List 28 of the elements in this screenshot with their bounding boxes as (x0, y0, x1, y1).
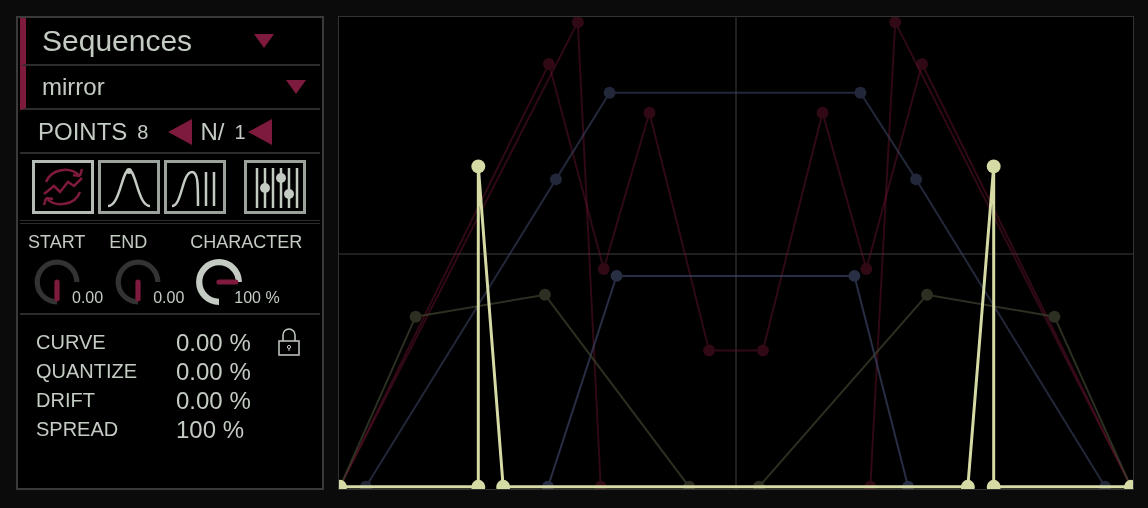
param-label: CURVE (36, 329, 107, 355)
active-sequence-curve[interactable] (339, 159, 1133, 489)
knob-reading: 100 % (234, 289, 280, 307)
knob-reading: 0.00 (153, 289, 185, 307)
dropdown-arrow-icon (286, 80, 306, 94)
knob-label: START (28, 232, 86, 253)
dropdown-arrow-icon (254, 34, 274, 48)
mode-button[interactable] (244, 160, 306, 214)
param-value[interactable]: 0.00 % (176, 327, 251, 357)
param-label: DRIFT (36, 388, 96, 413)
points-label: POINTS (38, 118, 128, 146)
sequences-dropdown[interactable]: Sequences (20, 18, 320, 66)
param-label: SPREAD (36, 417, 120, 442)
mode-button[interactable] (164, 160, 226, 214)
knob-reading: 0.00 (72, 289, 104, 307)
preset-dropdown[interactable]: mirror (20, 66, 320, 110)
mode-button[interactable] (98, 160, 160, 214)
param-value[interactable]: 100 % (176, 415, 251, 444)
param-value[interactable]: 0.00 % (176, 357, 251, 386)
points-value: 8 (137, 120, 149, 144)
param-value[interactable]: 0.00 % (176, 386, 251, 415)
mode-button[interactable] (32, 160, 94, 214)
lock-icon[interactable] (278, 327, 300, 357)
divisor-label: N/ (200, 118, 225, 146)
param-label: QUANTIZE (36, 359, 139, 384)
divisor-value: 1 (234, 120, 246, 144)
knob-label: END (109, 232, 148, 253)
knob-label: CHARACTER (190, 232, 303, 253)
